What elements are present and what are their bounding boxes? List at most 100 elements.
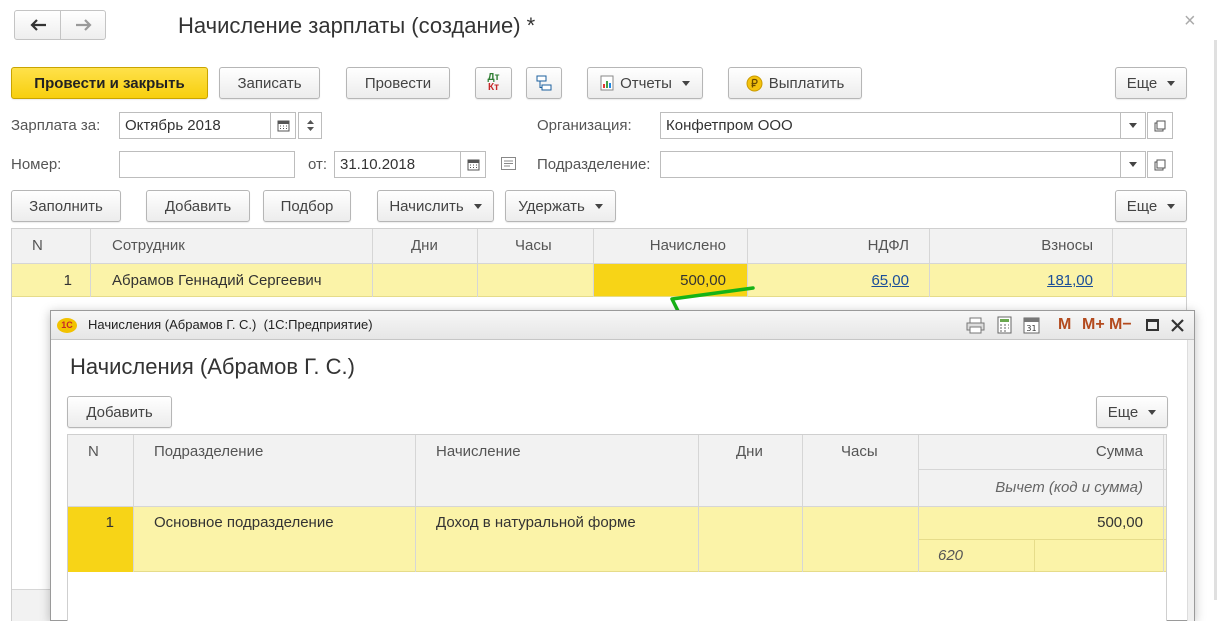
close-icon[interactable]	[1171, 319, 1184, 332]
organization-field[interactable]: Конфетпром ООО	[660, 112, 1121, 139]
modal-more-button[interactable]: Еще	[1096, 396, 1168, 428]
row-contributions-link[interactable]: 181,00	[930, 272, 1093, 289]
stepper-down-icon	[306, 127, 314, 131]
chevron-down-icon	[1167, 203, 1176, 209]
save-button[interactable]: Записать	[219, 67, 320, 99]
table-more-label: Еще	[1126, 197, 1158, 215]
row-accrual: Доход в натуральной форме	[436, 514, 636, 531]
chevron-down-icon	[1129, 123, 1137, 128]
col-divider	[477, 229, 478, 297]
kt-icon-label: Кт	[487, 82, 499, 93]
print-icon[interactable]	[966, 317, 985, 334]
row-department: Основное подразделение	[154, 514, 334, 531]
scrollbar[interactable]	[1214, 40, 1217, 600]
modal-titlebar-text: Начисления (Абрамов Г. С.) (1С:Предприят…	[88, 317, 373, 332]
department-open-button[interactable]	[1147, 151, 1173, 178]
pay-button[interactable]: Выплатить	[728, 67, 862, 99]
pick-button[interactable]: Подбор	[263, 190, 351, 222]
column-header-sum[interactable]: Сумма	[918, 443, 1143, 460]
column-header-n[interactable]: N	[32, 237, 43, 254]
column-header-employee[interactable]: Сотрудник	[112, 237, 185, 254]
back-button[interactable]	[15, 11, 61, 39]
department-label: Подразделение:	[537, 156, 651, 173]
month-stepper[interactable]	[298, 112, 322, 139]
row-deduction-code[interactable]: 620	[938, 547, 963, 564]
organization-open-button[interactable]	[1147, 112, 1173, 139]
column-header-contributions[interactable]: Взносы	[930, 237, 1093, 254]
memory-store-button[interactable]: M	[1058, 316, 1071, 334]
calculator-icon[interactable]	[997, 316, 1012, 334]
row-subdivider	[918, 539, 1166, 540]
calendar-icon[interactable]: 31	[1023, 316, 1040, 334]
open-window-icon	[1154, 159, 1166, 170]
row-sum[interactable]: 500,00	[918, 514, 1143, 531]
salary-for-label: Зарплата за:	[11, 117, 101, 134]
number-field[interactable]	[119, 151, 295, 178]
date-label: от:	[308, 156, 328, 173]
header-subdivider	[918, 469, 1166, 470]
chevron-down-icon	[1167, 80, 1176, 86]
close-icon[interactable]: ×	[1184, 10, 1196, 33]
memory-add-button[interactable]: M+	[1082, 316, 1105, 334]
col-divider	[802, 435, 803, 572]
table-more-button[interactable]: Еще	[1115, 190, 1187, 222]
accrue-button[interactable]: Начислить	[377, 190, 494, 222]
salary-for-field[interactable]: Октябрь 2018	[119, 112, 271, 139]
number-label: Номер:	[11, 156, 62, 173]
more-label: Еще	[1126, 74, 1158, 92]
reports-button[interactable]: Отчеты	[587, 67, 703, 99]
post-and-close-button[interactable]: Провести и закрыть	[11, 67, 208, 99]
withhold-button[interactable]: Удержать	[505, 190, 616, 222]
app-logo-icon: 1С	[57, 318, 77, 333]
page-title: Начисление зарплаты (создание) *	[178, 13, 536, 38]
accrue-label: Начислить	[389, 197, 464, 215]
organization-dropdown-button[interactable]	[1120, 112, 1146, 139]
withhold-label: Удержать	[518, 197, 585, 215]
col-divider	[415, 435, 416, 572]
chevron-down-icon	[473, 203, 482, 209]
ruble-coin-icon	[746, 75, 763, 91]
forward-button[interactable]	[61, 11, 106, 39]
memory-subtract-button[interactable]: M−	[1109, 316, 1132, 334]
svg-text:31: 31	[1026, 324, 1036, 333]
column-header-hours[interactable]: Часы	[841, 443, 878, 460]
row-ndfl-link[interactable]: 65,00	[748, 272, 909, 289]
nav-buttons-group	[14, 10, 106, 40]
maximize-icon[interactable]	[1146, 319, 1159, 331]
row-employee: Абрамов Геннадий Сергеевич	[112, 272, 322, 289]
modal-more-label: Еще	[1107, 403, 1139, 421]
column-header-accrued[interactable]: Начислено	[594, 237, 726, 254]
comment-icon[interactable]	[501, 157, 516, 174]
chevron-down-icon	[1129, 162, 1137, 167]
organization-label: Организация:	[537, 117, 632, 134]
calendar-icon	[277, 120, 289, 132]
add-button[interactable]: Добавить	[146, 190, 250, 222]
modal-add-button[interactable]: Добавить	[67, 396, 172, 428]
stepper-up-icon	[306, 120, 314, 124]
date-field[interactable]: 31.10.2018	[334, 151, 461, 178]
column-header-ndfl[interactable]: НДФЛ	[748, 237, 909, 254]
modal-scrollbar[interactable]	[1187, 340, 1194, 621]
col-divider	[698, 435, 699, 572]
column-header-department[interactable]: Подразделение	[154, 443, 263, 460]
dtkt-button[interactable]: Дт Кт	[475, 67, 512, 99]
department-dropdown-button[interactable]	[1120, 151, 1146, 178]
report-icon	[600, 75, 614, 91]
department-field[interactable]	[660, 151, 1121, 178]
calendar-button[interactable]	[270, 112, 296, 139]
column-header-n[interactable]: N	[88, 443, 99, 460]
chevron-down-icon	[594, 203, 603, 209]
structure-button[interactable]	[526, 67, 562, 99]
more-button[interactable]: Еще	[1115, 67, 1187, 99]
calendar-icon	[467, 159, 479, 171]
post-button[interactable]: Провести	[346, 67, 450, 99]
column-header-deduction[interactable]: Вычет (код и сумма)	[918, 479, 1143, 496]
modal-heading: Начисления (Абрамов Г. С.)	[70, 354, 355, 379]
column-header-accrual[interactable]: Начисление	[436, 443, 521, 460]
arrow-right-icon	[75, 19, 92, 31]
date-calendar-button[interactable]	[460, 151, 486, 178]
column-header-days[interactable]: Дни	[736, 443, 763, 460]
column-header-hours[interactable]: Часы	[515, 237, 552, 254]
column-header-days[interactable]: Дни	[411, 237, 438, 254]
fill-button[interactable]: Заполнить	[11, 190, 121, 222]
